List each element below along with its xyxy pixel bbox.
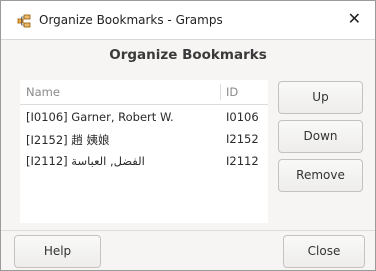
down-button-label: Down bbox=[303, 129, 338, 143]
organize-bookmarks-dialog: Organize Bookmarks - Gramps ✕ Organize B… bbox=[0, 0, 376, 271]
bookmark-name: [I0106] Garner, Robert W. bbox=[26, 110, 174, 124]
column-header-id[interactable]: ID bbox=[226, 85, 238, 99]
table-row[interactable]: [I0106] Garner, Robert W. I0106 bbox=[20, 106, 268, 128]
dialog-heading: Organize Bookmarks bbox=[109, 47, 267, 63]
down-button[interactable]: Down bbox=[278, 120, 363, 153]
up-button-label: Up bbox=[312, 90, 329, 104]
up-button[interactable]: Up bbox=[278, 81, 363, 114]
column-separator bbox=[220, 84, 221, 100]
gramps-tree-icon bbox=[17, 14, 31, 28]
column-header-name[interactable]: Name bbox=[26, 85, 60, 99]
remove-button-label: Remove bbox=[296, 168, 345, 182]
window-title: Organize Bookmarks - Gramps bbox=[39, 13, 223, 27]
remove-button[interactable]: Remove bbox=[278, 159, 363, 192]
bookmark-name: [I2112] الفضل, العباسة bbox=[26, 154, 145, 168]
help-button[interactable]: Help bbox=[14, 235, 101, 268]
table-row[interactable]: [I2112] الفضل, العباسة I2112 bbox=[20, 150, 268, 172]
close-button[interactable]: Close bbox=[283, 235, 365, 268]
close-icon[interactable]: ✕ bbox=[348, 10, 361, 28]
table-row[interactable]: [I2152] 趙 姨娘 I2152 bbox=[20, 128, 268, 150]
list-header: Name ID bbox=[20, 80, 268, 105]
title-bar: Organize Bookmarks - Gramps ✕ bbox=[1, 1, 375, 40]
action-area-divider bbox=[1, 230, 375, 231]
close-button-label: Close bbox=[307, 244, 341, 258]
bookmark-id: I2112 bbox=[226, 154, 259, 168]
bookmark-name: [I2152] 趙 姨娘 bbox=[26, 133, 110, 147]
help-button-label: Help bbox=[43, 244, 72, 258]
bookmark-id: I2152 bbox=[226, 132, 259, 146]
bookmark-id: I0106 bbox=[226, 110, 259, 124]
bookmark-list[interactable]: Name ID [I0106] Garner, Robert W. I0106 … bbox=[20, 80, 268, 223]
